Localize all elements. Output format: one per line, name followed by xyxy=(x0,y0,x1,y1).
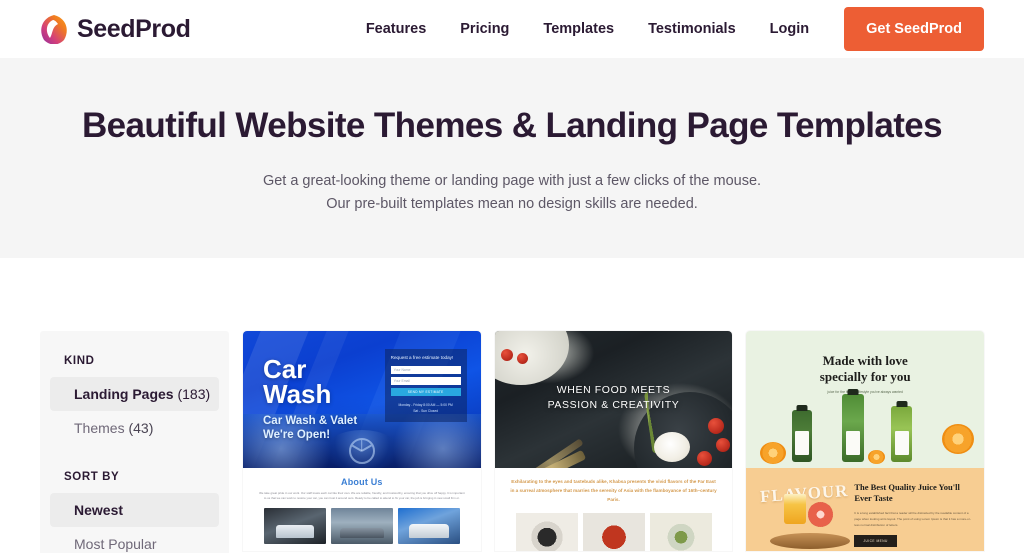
filter-group-kind: KIND Landing Pages (183) Themes (43) xyxy=(40,355,229,445)
bottle-cap-decor xyxy=(896,401,908,407)
site-header: SeedProd Features Pricing Templates Test… xyxy=(0,0,1024,58)
about-us-heading: About Us xyxy=(341,477,383,487)
business-hours: Monday - Friday 8:00 AM — 5:00 PM Sat - … xyxy=(391,402,461,415)
brand-name: SeedProd xyxy=(77,14,191,43)
gallery-photo xyxy=(515,512,578,551)
filter-item-label: Newest xyxy=(74,502,124,518)
juice-hero: Made with love specially for you juice f… xyxy=(746,331,985,468)
juice-menu-button[interactable]: JUICE MENU xyxy=(854,535,897,548)
car-emblem-spoke xyxy=(361,440,363,451)
filter-item-count: (43) xyxy=(128,420,154,436)
juice-promo-heading: The Best Quality Juice You'll Ever Taste xyxy=(854,482,960,504)
get-seedprod-button[interactable]: Get SeedProd xyxy=(844,7,984,51)
estimate-email-input[interactable]: Your Email xyxy=(390,376,461,385)
nav-link-login[interactable]: Login xyxy=(753,21,826,37)
hero-subtitle: Get a great-looking theme or landing pag… xyxy=(0,170,1024,215)
orange-slice-decor xyxy=(760,442,787,464)
business-hours-line-2: Sat - Sun Closed xyxy=(413,409,439,414)
estimate-submit-button[interactable]: SEND MY ESTIMATE xyxy=(390,387,461,396)
restaurant-headline-block: WHEN FOOD MEETS PASSION & CREATIVITY xyxy=(495,383,733,413)
gallery-photo xyxy=(649,512,712,551)
nav-link-testimonials[interactable]: Testimonials xyxy=(631,21,753,37)
nav-link-pricing[interactable]: Pricing xyxy=(443,21,526,37)
filter-item-label: Themes xyxy=(74,420,125,436)
restaurant-description-text: Exhilarating to the eyes and tastebuds a… xyxy=(510,479,717,502)
juice-headline-block: Made with love specially for you xyxy=(746,353,984,384)
car-wash-headline-block: Car Wash Car Wash & Valet We're Open! xyxy=(263,356,358,443)
content-area: KIND Landing Pages (183) Themes (43) SOR… xyxy=(0,258,1024,553)
hero-subtitle-line-1: Get a great-looking theme or landing pag… xyxy=(262,173,762,190)
page-title: Beautiful Website Themes & Landing Page … xyxy=(81,106,943,145)
car-wash-hero: Car Wash Car Wash & Valet We're Open! Re… xyxy=(243,331,481,468)
estimate-form-heading: Request a free estimate today! xyxy=(390,355,454,360)
car-wash-about-section: About Us We take great pride in our work… xyxy=(243,468,481,551)
restaurant-title-line-1: WHEN FOOD MEETS xyxy=(556,384,671,396)
tomato-decor xyxy=(500,349,513,361)
filter-item-label: Most Popular xyxy=(74,536,157,552)
filter-group-title-sort-by: SORT BY xyxy=(64,471,120,483)
restaurant-title-line-2: PASSION & CREATIVITY xyxy=(547,399,680,412)
filter-item-label: Landing Pages xyxy=(74,386,174,402)
restaurant-gallery xyxy=(509,512,719,551)
restaurant-hero: WHEN FOOD MEETS PASSION & CREATIVITY xyxy=(494,331,733,468)
filter-item-newest[interactable]: Newest xyxy=(50,493,219,527)
about-us-text: We take great pride in our work. Our sta… xyxy=(259,491,465,501)
template-card-juice[interactable]: Made with love specially for you juice f… xyxy=(746,331,985,551)
gallery-photo xyxy=(330,507,393,544)
juice-promo-text: It is a long established fact that a rea… xyxy=(854,510,971,527)
juice-glass-decor xyxy=(784,494,807,524)
filter-item-themes[interactable]: Themes (43) xyxy=(50,411,219,445)
seedprod-leaf-logo-icon xyxy=(41,15,67,44)
filter-item-count: (183) xyxy=(177,386,211,402)
orange-slice-decor xyxy=(868,450,886,464)
juice-promo-text-block: The Best Quality Juice You'll Ever Taste… xyxy=(854,482,974,548)
juice-promo-section: FLAVOUR The Best Quality Juice You'll Ev… xyxy=(746,468,985,551)
filters-sidebar: KIND Landing Pages (183) Themes (43) SOR… xyxy=(40,331,229,553)
about-us-gallery xyxy=(259,507,465,544)
gallery-photo xyxy=(397,507,460,544)
juice-title-line-1: Made with love xyxy=(822,353,908,368)
orange-slice-decor xyxy=(942,424,975,454)
template-grid: Car Wash Car Wash & Valet We're Open! Re… xyxy=(243,331,985,551)
hero-subtitle-line-2: Our pre-built templates mean no design s… xyxy=(326,195,698,212)
car-wash-title-line-2: Wash xyxy=(263,379,332,410)
bottle-label-decor xyxy=(846,431,861,455)
main-navigation: Features Pricing Templates Testimonials … xyxy=(349,7,984,51)
juice-title-line-2: specially for you xyxy=(819,368,911,384)
bottle-cap-decor xyxy=(796,405,808,411)
bottle-label-decor xyxy=(894,431,909,455)
wood-board-decor xyxy=(770,533,851,549)
nav-link-features[interactable]: Features xyxy=(349,21,443,37)
gallery-photo xyxy=(263,507,326,544)
nav-link-templates[interactable]: Templates xyxy=(526,21,631,37)
filter-group-title-kind: KIND xyxy=(64,355,95,367)
filter-group-sort-by: SORT BY Newest Most Popular xyxy=(40,471,229,553)
juice-bottle-decor xyxy=(792,405,813,462)
bottle-cap-decor xyxy=(847,389,859,395)
juice-bottle-decor xyxy=(891,401,913,462)
car-wash-subtitle-line-2: We're Open! xyxy=(263,429,331,442)
grapefruit-decor xyxy=(808,502,834,527)
filter-item-most-popular[interactable]: Most Popular xyxy=(50,527,219,553)
car-wash-subtitle-line-1: Car Wash & Valet xyxy=(263,414,358,427)
restaurant-description-section: Exhilarating to the eyes and tastebuds a… xyxy=(494,468,733,551)
estimate-name-input[interactable]: Your Name xyxy=(390,365,461,374)
car-wash-estimate-form: Request a free estimate today! Your Name… xyxy=(384,349,467,423)
brand-logo[interactable]: SeedProd xyxy=(40,14,191,44)
juice-subtitle: juice for the healthy lifestyle you've a… xyxy=(827,390,903,395)
gallery-photo xyxy=(582,512,645,551)
bottle-label-decor xyxy=(795,431,810,455)
hero-section: Beautiful Website Themes & Landing Page … xyxy=(0,58,1024,258)
filter-item-landing-pages[interactable]: Landing Pages (183) xyxy=(50,377,219,411)
juice-bottle-decor xyxy=(842,389,865,462)
template-card-restaurant[interactable]: WHEN FOOD MEETS PASSION & CREATIVITY Exh… xyxy=(494,331,733,551)
template-card-car-wash[interactable]: Car Wash Car Wash & Valet We're Open! Re… xyxy=(243,331,481,551)
tomato-decor xyxy=(516,353,528,364)
